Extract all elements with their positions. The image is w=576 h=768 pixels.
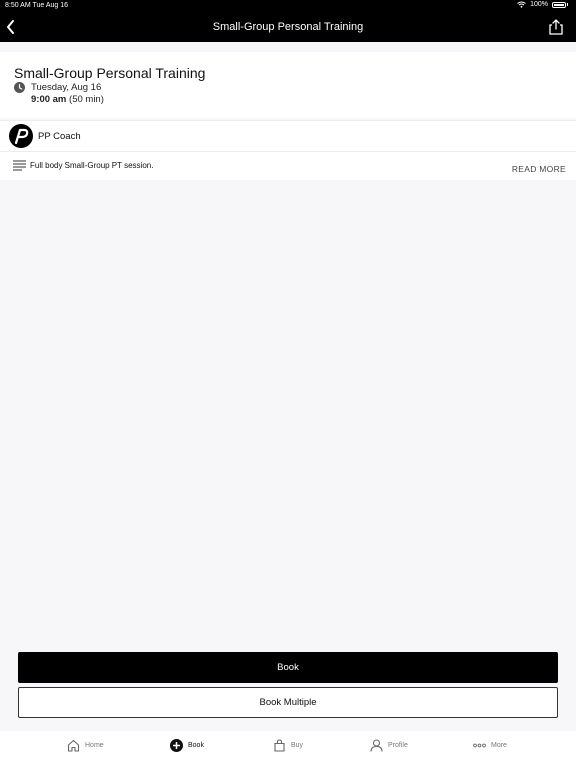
status-bar: 8:50 AM Tue Aug 16 100% xyxy=(0,0,576,12)
tab-home-label: Home xyxy=(85,742,104,749)
tab-more-label: More xyxy=(491,742,507,749)
tab-book-label: Book xyxy=(188,742,204,749)
session-duration: (50 min) xyxy=(69,94,104,105)
session-time-row: 9:00 am (50 min) xyxy=(31,94,104,105)
session-date: Tuesday, Aug 16 xyxy=(31,82,102,93)
shopping-bag-icon xyxy=(274,739,285,752)
text-lines-icon xyxy=(13,160,26,171)
tab-bar: Home Book Buy Profile More xyxy=(0,731,576,768)
tab-profile[interactable]: Profile xyxy=(370,739,408,752)
session-time: 9:00 am xyxy=(31,94,67,105)
home-icon xyxy=(67,739,80,752)
book-multiple-button[interactable]: Book Multiple xyxy=(18,687,558,718)
nav-title: Small-Group Personal Training xyxy=(212,21,364,33)
status-time: 8:50 AM Tue Aug 16 xyxy=(5,2,69,9)
description-text: Full body Small-Group PT session. xyxy=(30,161,154,170)
coach-avatar xyxy=(9,124,33,148)
battery-percent: 100% xyxy=(530,1,548,8)
wifi-icon xyxy=(517,1,526,8)
clock-icon xyxy=(14,82,25,93)
coach-name: PP Coach xyxy=(38,131,81,142)
book-button[interactable]: Book xyxy=(18,652,558,683)
session-header: Small-Group Personal Training Tuesday, A… xyxy=(0,52,576,118)
person-icon xyxy=(370,739,383,752)
tab-more[interactable]: More xyxy=(473,739,507,752)
tab-book[interactable]: Book xyxy=(170,739,204,752)
tab-buy-label: Buy xyxy=(291,742,304,749)
tab-profile-label: Profile xyxy=(388,742,408,749)
battery-icon xyxy=(552,1,566,8)
read-more-link[interactable]: READ MORE xyxy=(512,164,566,174)
tab-home[interactable]: Home xyxy=(67,739,104,752)
more-dots-icon xyxy=(473,743,486,748)
session-title: Small-Group Personal Training xyxy=(14,65,206,81)
status-indicators: 100% xyxy=(517,1,568,8)
battery-tip xyxy=(567,3,568,6)
description-row: Full body Small-Group PT session. READ M… xyxy=(0,151,576,180)
share-icon[interactable] xyxy=(548,18,564,36)
tab-buy[interactable]: Buy xyxy=(273,739,303,752)
coach-row[interactable]: PP Coach xyxy=(0,120,576,151)
plus-circle-icon xyxy=(170,739,183,752)
nav-bar: Small-Group Personal Training xyxy=(0,12,576,42)
